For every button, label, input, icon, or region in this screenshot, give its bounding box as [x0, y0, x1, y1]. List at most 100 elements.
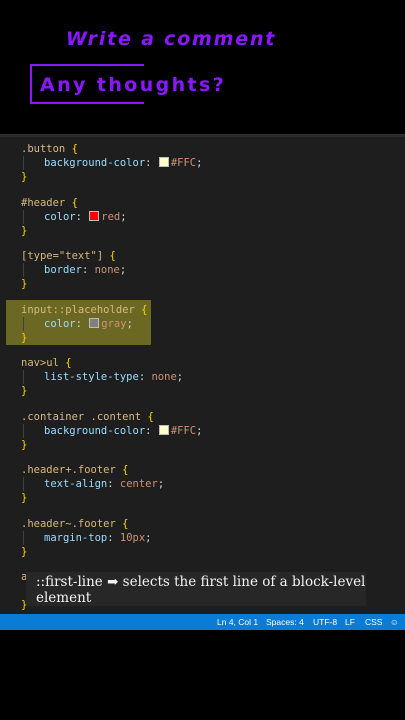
- css-property: margin-top: [44, 531, 108, 544]
- css-selector: .button: [21, 143, 66, 155]
- css-selector: .header+.footer: [21, 464, 116, 476]
- open-brace: {: [122, 464, 129, 476]
- indent-guide: [23, 209, 24, 224]
- css-property: background-color: [44, 157, 146, 169]
- line-ending[interactable]: LF: [345, 614, 355, 630]
- css-value: #FFC: [170, 424, 197, 437]
- css-selector: #header: [21, 196, 66, 209]
- colon: :: [75, 210, 82, 223]
- indentation-setting[interactable]: Spaces: 4: [266, 614, 304, 630]
- code-declaration-line: text-align: center;: [44, 477, 164, 491]
- css-property: color: [44, 210, 76, 223]
- code-declaration-line: color: red;: [44, 210, 127, 224]
- css-selector: .container .content: [21, 410, 142, 423]
- close-brace: }: [21, 438, 28, 451]
- css-value: red: [101, 210, 121, 223]
- semicolon: ;: [145, 531, 152, 544]
- open-brace: {: [122, 517, 129, 530]
- open-brace: {: [109, 250, 116, 262]
- color-swatch-icon[interactable]: [158, 424, 169, 435]
- code-close-line: }: [21, 331, 27, 345]
- code-selector-line: .container .content {: [21, 410, 154, 424]
- indent-guide: [23, 156, 24, 170]
- code-declaration-line: border: none;: [44, 263, 126, 277]
- indent-guide: [23, 263, 24, 277]
- language-mode[interactable]: CSS: [365, 614, 382, 630]
- colon: :: [138, 371, 146, 383]
- colon: :: [145, 157, 152, 169]
- semicolon: ;: [126, 317, 133, 330]
- open-brace: {: [65, 357, 72, 369]
- indent-guide: [23, 477, 24, 491]
- code-declaration-line: background-color: #FFC;: [44, 424, 202, 438]
- encoding[interactable]: UTF-8: [313, 614, 337, 630]
- editor-top-border: [0, 134, 405, 137]
- code-selector-line: .button {: [21, 142, 78, 156]
- semicolon: ;: [119, 264, 127, 276]
- semicolon: ;: [196, 424, 203, 437]
- css-property: background-color: [44, 424, 146, 437]
- css-value: center: [119, 478, 158, 490]
- code-close-line: }: [21, 384, 27, 398]
- code-close-line: }: [21, 438, 27, 452]
- code-selector-line: .header~.footer {: [21, 517, 128, 531]
- css-property: border: [44, 264, 82, 276]
- css-selector: .header~.footer: [21, 517, 116, 530]
- code-selector-line: .header+.footer {: [21, 463, 128, 477]
- css-value: gray: [101, 317, 127, 330]
- css-property: text-align: [44, 478, 108, 490]
- css-value: none: [151, 371, 177, 383]
- colon: :: [145, 424, 152, 437]
- panel-tab-indicator: [74, 628, 144, 630]
- code-declaration-line: margin-top: 10px;: [44, 531, 152, 545]
- code-close-line: }: [21, 224, 27, 238]
- css-value: none: [94, 264, 120, 276]
- open-brace: {: [71, 196, 78, 209]
- css-value: #FFC: [170, 157, 197, 169]
- css-property: list-style-type: [44, 371, 139, 383]
- indent-guide: [23, 316, 24, 331]
- video-title: Write a comment: [66, 28, 277, 50]
- code-editor[interactable]: .button {background-color: #FFC;} #header…: [0, 134, 405, 614]
- code-selector-line: nav>ul {: [21, 356, 72, 370]
- color-swatch-icon[interactable]: [89, 210, 100, 221]
- code-selector-line: input::placeholder {: [21, 303, 147, 317]
- color-swatch-icon[interactable]: [89, 317, 100, 328]
- indent-guide: [23, 370, 24, 384]
- code-declaration-line: color: gray;: [44, 317, 133, 331]
- css-value: 10px: [119, 531, 146, 544]
- close-brace: }: [21, 545, 28, 558]
- close-brace: }: [21, 385, 28, 397]
- colon: :: [81, 264, 89, 276]
- indent-guide: [23, 530, 24, 545]
- close-brace: }: [21, 278, 28, 290]
- open-brace: {: [147, 410, 154, 423]
- code-close-line: }: [21, 545, 27, 559]
- code-declaration-line: background-color: #FFC;: [44, 156, 202, 170]
- semicolon: ;: [196, 157, 203, 169]
- code-close-line: }: [21, 491, 27, 505]
- code-close-line: }: [21, 170, 27, 184]
- close-brace: }: [21, 224, 28, 237]
- semicolon: ;: [157, 478, 165, 490]
- open-brace: {: [71, 143, 78, 155]
- close-brace: }: [21, 492, 28, 504]
- css-selector: input::placeholder: [21, 303, 135, 316]
- close-brace: }: [21, 171, 28, 183]
- code-declaration-line: list-style-type: none;: [44, 370, 183, 384]
- close-brace: }: [21, 331, 28, 344]
- css-selector: nav>ul: [21, 357, 59, 369]
- code-selector-line: #header {: [21, 196, 78, 210]
- css-selector: [type="text"]: [21, 250, 104, 262]
- feedback-icon[interactable]: ☺: [390, 614, 399, 630]
- comment-input-text: Any thoughts?: [40, 74, 227, 96]
- cursor-position[interactable]: Ln 4, Col 1: [217, 614, 258, 630]
- semicolon: ;: [120, 210, 127, 223]
- subtitle-caption: ::first-line ➡ selects the first line of…: [26, 572, 366, 606]
- indent-guide: [23, 423, 24, 438]
- color-swatch-icon[interactable]: [158, 157, 169, 167]
- colon: :: [107, 531, 114, 544]
- code-selector-line: [type="text"] {: [21, 249, 116, 263]
- status-bar: Ln 4, Col 1 Spaces: 4 UTF-8 LF CSS ☺: [0, 614, 405, 630]
- code-close-line: }: [21, 277, 27, 291]
